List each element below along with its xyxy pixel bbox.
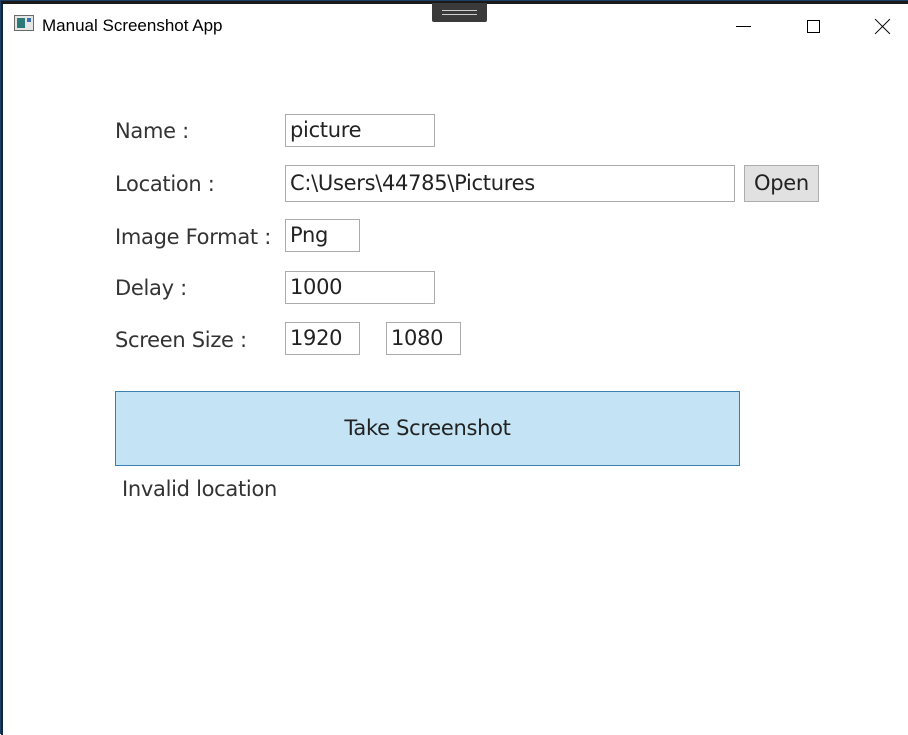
- screen-width-input[interactable]: 1920: [285, 322, 360, 355]
- name-label: Name :: [115, 119, 189, 143]
- window-edge: [1, 1, 3, 735]
- delay-label: Delay :: [115, 276, 187, 300]
- name-input[interactable]: picture: [285, 114, 435, 147]
- minimize-button[interactable]: [720, 4, 766, 48]
- location-label: Location :: [115, 172, 215, 196]
- delay-input[interactable]: 1000: [285, 271, 435, 304]
- image-format-label: Image Format :: [115, 225, 271, 249]
- window-title: Manual Screenshot App: [42, 16, 223, 35]
- maximize-icon: [806, 19, 820, 33]
- close-button[interactable]: [860, 4, 906, 48]
- app-window: Manual Screenshot App Name : picture Loc…: [0, 0, 908, 735]
- app-window-icon: [14, 15, 34, 31]
- image-format-input[interactable]: Png: [285, 219, 360, 252]
- take-screenshot-button[interactable]: Take Screenshot: [115, 391, 740, 466]
- location-input[interactable]: C:\Users\44785\Pictures: [285, 165, 735, 202]
- maximize-button[interactable]: [790, 4, 836, 48]
- screen-size-label: Screen Size :: [115, 328, 247, 352]
- minimize-icon: [735, 25, 751, 27]
- open-button[interactable]: Open: [744, 165, 819, 202]
- title-bar[interactable]: Manual Screenshot App: [1, 4, 908, 48]
- screen-height-input[interactable]: 1080: [386, 322, 461, 355]
- status-message: Invalid location: [122, 477, 277, 501]
- close-icon: [875, 18, 891, 34]
